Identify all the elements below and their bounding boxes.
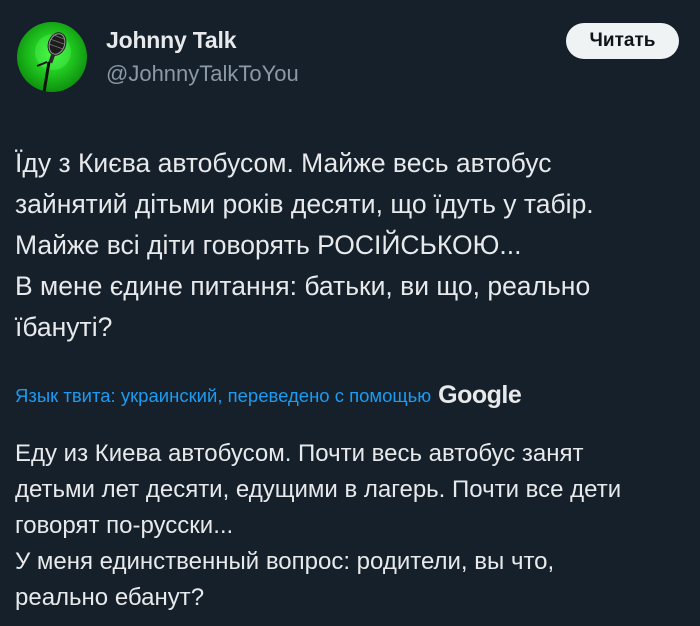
tweet-card: Johnny Talk @JohnnyTalkToYou Читать Їду …: [0, 0, 700, 626]
translation-notice: Язык твита: украинский, переведено с пом…: [15, 381, 695, 410]
translation-label[interactable]: Язык твита: украинский, переведено с пом…: [15, 385, 431, 407]
tweet-text: Їду з Києва автобусом. Майже весь автобу…: [15, 148, 594, 342]
author-handle[interactable]: @JohnnyTalkToYou: [106, 61, 299, 87]
avatar[interactable]: [17, 22, 87, 92]
follow-button[interactable]: Читать: [566, 23, 679, 59]
microphone-icon: [35, 32, 71, 92]
author-name[interactable]: Johnny Talk: [106, 27, 236, 54]
translated-text: Еду из Киева автобусом. Почти весь автоб…: [15, 440, 622, 611]
google-logo: Google: [438, 381, 522, 409]
